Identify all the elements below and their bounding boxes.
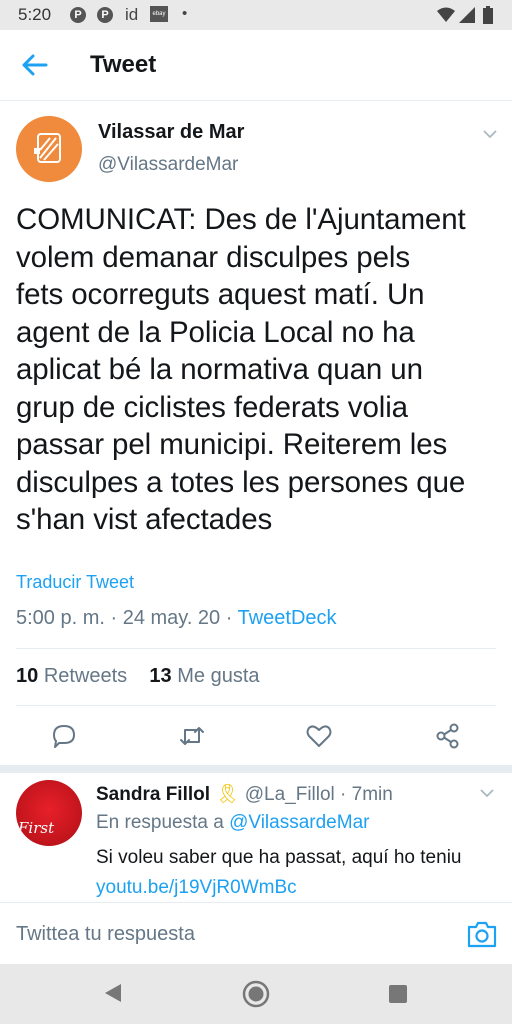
tweet-text-line: volem demanar disculpes pels: [16, 240, 411, 274]
stats-row: 10 Retweets 13 Me gusta: [16, 665, 260, 688]
tweet-text-line: grup de ciclistes federats volia: [16, 390, 408, 424]
author-name[interactable]: Vilassar de Mar: [98, 121, 244, 144]
divider: [16, 705, 496, 706]
status-bar: 5:20 P P id ebay •: [0, 0, 512, 30]
retweets-label: Retweets: [43, 665, 128, 687]
tweet-text-line: disculpes a totes les persones que: [16, 465, 466, 499]
retweet-icon[interactable]: [178, 722, 206, 750]
reply-avatar[interactable]: First: [16, 780, 82, 846]
tweet-text-line: s'han vist afectades: [16, 503, 273, 536]
pinterest-icon: P: [70, 7, 86, 23]
municipality-logo-icon: [34, 133, 61, 163]
page-title: Tweet: [90, 51, 157, 78]
tweet-date: 24 may. 20: [122, 607, 221, 629]
reply-context-handle[interactable]: @VilassardeMar: [229, 812, 369, 833]
tweet-text-line: fets ocorreguts aquest matí. Un: [16, 278, 425, 311]
ebay-icon: ebay: [150, 6, 168, 22]
signal-icon: [459, 7, 475, 23]
reply-icon[interactable]: [50, 722, 78, 750]
reply-link[interactable]: youtu.be/j19VjR0WmBc: [96, 877, 297, 898]
likes-stat[interactable]: 13 Me gusta: [149, 665, 259, 687]
reply-context-prefix: En respuesta a: [96, 812, 224, 833]
id-icon: id: [125, 5, 139, 24]
meta-separator: ·: [220, 607, 238, 629]
dot-icon: •: [182, 5, 188, 22]
pinterest-icon: P: [97, 7, 113, 23]
tweet-text-line: agent de la Policia Local no ha: [16, 315, 415, 349]
reply-context: En respuesta a @VilassardeMar: [96, 812, 369, 834]
compose-bar: Twittea tu respuesta: [0, 902, 512, 965]
nav-home-icon[interactable]: [242, 980, 270, 1008]
meta-separator: ·: [104, 607, 123, 629]
reply-time: 7min: [351, 784, 393, 805]
tweet-meta: 5:00 p. m. · 24 may. 20 · TweetDeck: [16, 607, 337, 630]
translate-tweet-link[interactable]: Traducir Tweet: [16, 572, 134, 593]
tweet-source-link[interactable]: TweetDeck: [238, 607, 337, 629]
retweets-count: 10: [16, 665, 39, 687]
nav-back-icon[interactable]: [103, 982, 123, 1004]
back-arrow-icon[interactable]: [18, 50, 52, 80]
meta-separator: ·: [334, 784, 352, 805]
chevron-down-icon[interactable]: [483, 127, 497, 141]
reply-header: Sandra Fillol 🎗 @La_Fillol · 7min: [96, 782, 393, 806]
status-time: 5:20: [18, 5, 52, 24]
avatar[interactable]: [16, 116, 82, 182]
divider: [16, 648, 496, 649]
likes-count: 13: [149, 665, 172, 687]
wifi-icon: [437, 7, 455, 22]
tweet-time: 5:00 p. m.: [16, 607, 105, 629]
retweets-stat[interactable]: 10 Retweets: [16, 665, 127, 687]
reply-input[interactable]: Twittea tu respuesta: [16, 923, 195, 946]
share-icon[interactable]: [434, 722, 462, 750]
likes-label: Me gusta: [177, 665, 260, 687]
section-divider: [0, 765, 512, 773]
app-header: Tweet: [0, 30, 512, 101]
reply-text: Si voleu saber que ha passat, aquí ho te…: [96, 843, 496, 903]
reply-author-handle[interactable]: @La_Fillol: [245, 784, 335, 805]
tweet-text: COMUNICAT: Des de l'Ajuntament volem dem…: [16, 201, 506, 539]
tweet-text-line: COMUNICAT: Des de l'Ajuntament: [16, 203, 466, 236]
like-icon[interactable]: [305, 722, 333, 750]
nav-recents-icon[interactable]: [388, 984, 408, 1004]
reply-text-body: Si voleu saber que ha passat, aquí ho te…: [96, 847, 462, 868]
battery-icon: [483, 6, 493, 24]
camera-icon[interactable]: [466, 919, 498, 949]
reply-author-name[interactable]: Sandra Fillol: [96, 784, 210, 805]
navigation-bar: [0, 964, 512, 1024]
tweet-text-line: aplicat bé la normativa quan un: [16, 353, 423, 386]
tweet-text-line: passar pel municipi. Reiterem les: [16, 428, 448, 461]
reply-avatar-text: First: [18, 819, 55, 837]
author-handle[interactable]: @VilassardeMar: [98, 154, 238, 176]
chevron-down-icon[interactable]: [480, 786, 494, 800]
yellow-ribbon-icon: 🎗: [215, 784, 240, 805]
